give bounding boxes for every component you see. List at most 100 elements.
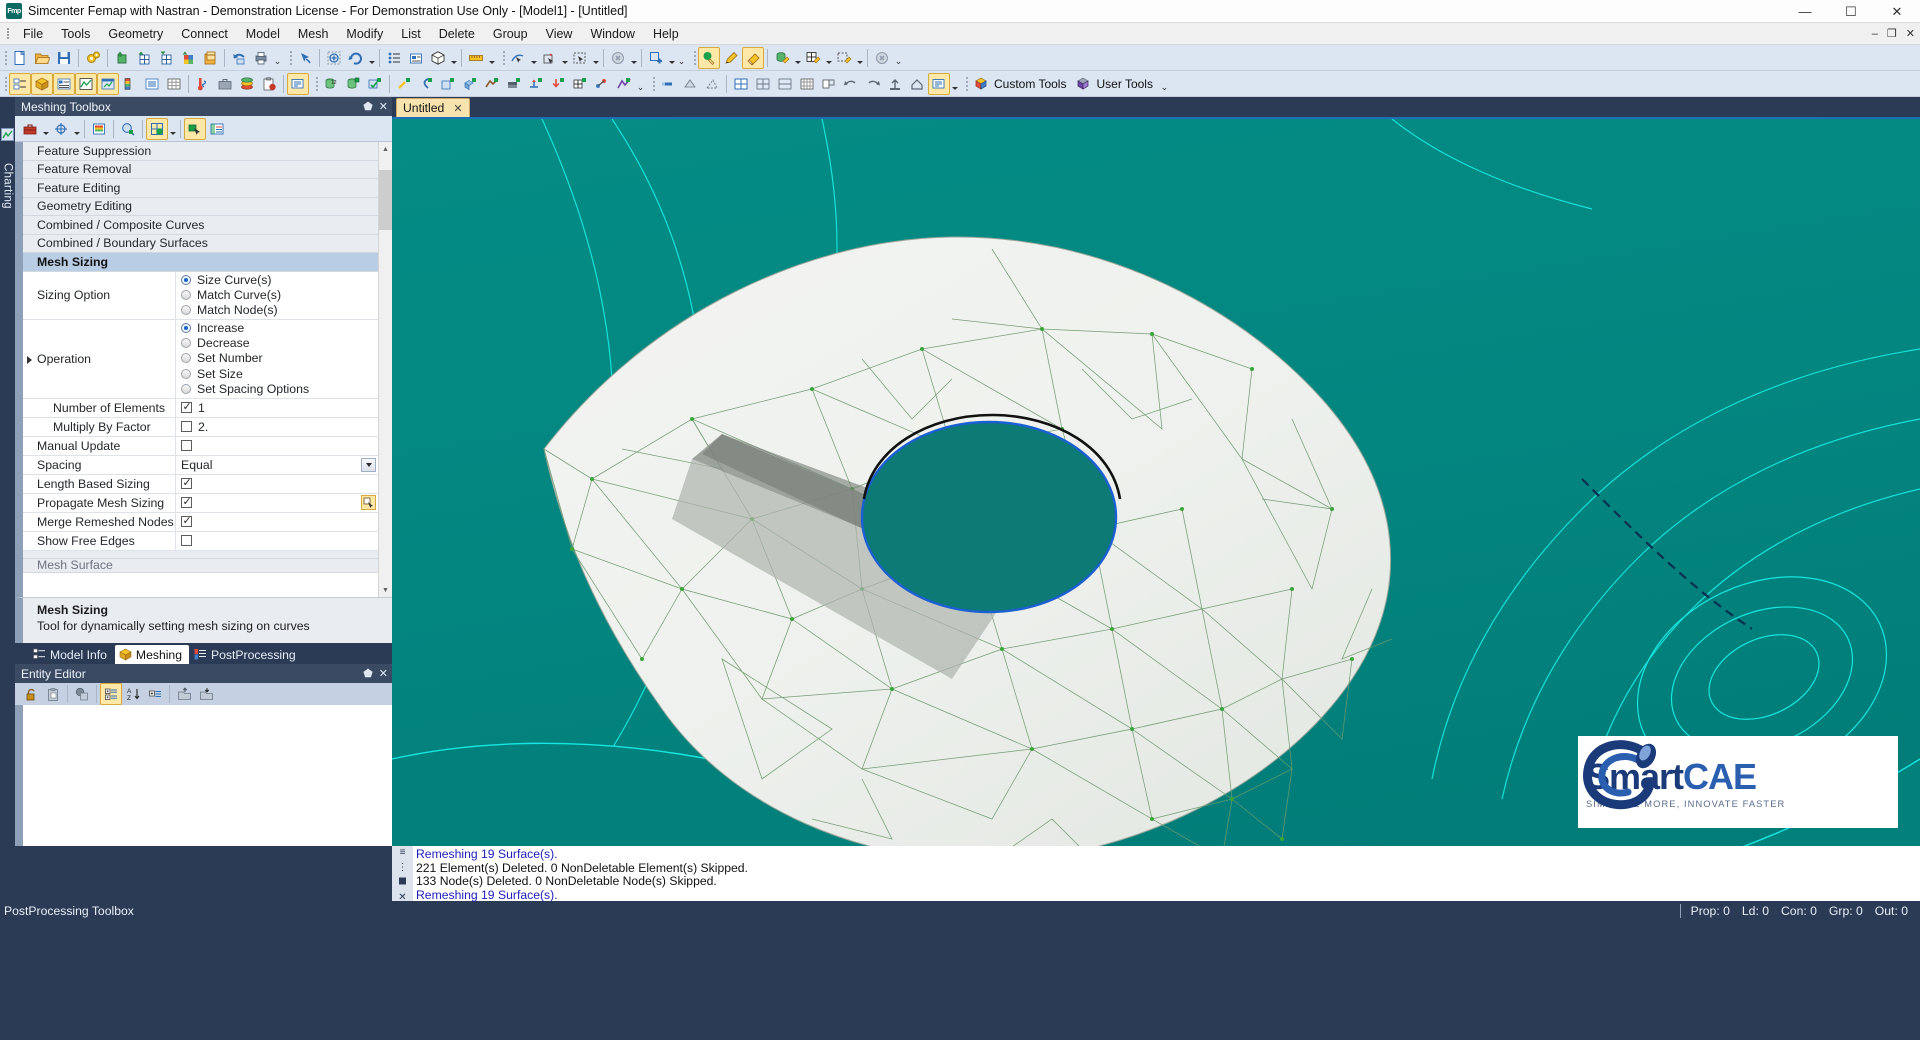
view-rotate-icon[interactable] (701, 73, 723, 95)
menu-item-geometry[interactable]: Geometry (99, 25, 172, 43)
grid1-icon[interactable] (730, 73, 752, 95)
sweep-icon[interactable] (155, 47, 177, 69)
mdi-minimize-button[interactable]: – (1872, 28, 1878, 40)
toolbox-category-combined-composite-curves[interactable]: Combined / Composite Curves (23, 216, 378, 235)
save-icon[interactable] (53, 47, 75, 69)
solid-erase-icon[interactable] (771, 47, 793, 69)
toolbox-icon[interactable] (214, 73, 236, 95)
radio-indicator[interactable] (181, 384, 191, 394)
radio-indicator[interactable] (181, 275, 191, 285)
chevron-down-icon[interactable] (367, 47, 376, 69)
close-icon[interactable]: ✕ (398, 893, 406, 903)
load-icon[interactable] (173, 683, 195, 705)
grid4-icon[interactable] (796, 73, 818, 95)
view-list-icon[interactable] (928, 73, 950, 95)
multiply-by-factor-value[interactable]: 2. (198, 420, 208, 434)
tile-icon[interactable] (818, 73, 840, 95)
zoom-in-icon[interactable] (323, 47, 345, 69)
mesh-erase-icon[interactable] (802, 47, 824, 69)
open-folder-icon[interactable] (31, 47, 53, 69)
merge-remeshed-nodes-checkbox[interactable] (181, 516, 192, 527)
radio-indicator[interactable] (181, 369, 191, 379)
mdi-close-button[interactable]: ✕ (1906, 27, 1915, 40)
toolbar-overflow-button[interactable]: ⌄ (1159, 73, 1170, 95)
toolbar-overflow-button[interactable]: ⌄ (272, 47, 283, 69)
undo-icon[interactable] (228, 47, 250, 69)
pencil-icon[interactable] (720, 47, 742, 69)
spreadsheet-icon[interactable] (163, 73, 185, 95)
model-tab-untitled[interactable]: Untitled ✕ (396, 98, 470, 117)
tab-model-info[interactable]: Model Info (29, 645, 114, 664)
manual-update-checkbox[interactable] (181, 440, 192, 451)
measure-ruler-icon[interactable] (465, 47, 487, 69)
chevron-down-icon[interactable] (487, 47, 496, 69)
spacing-value[interactable]: Equal (181, 458, 212, 472)
menu-icon[interactable]: ≡ (400, 848, 406, 858)
toolbox-category-mesh-sizing[interactable]: Mesh Sizing (23, 253, 378, 272)
menu-item-delete[interactable]: Delete (430, 25, 484, 43)
solid-view-icon[interactable] (427, 47, 449, 69)
radio-size-curves[interactable]: Size Curve(s) (181, 272, 378, 287)
length-based-sizing-checkbox[interactable] (181, 478, 192, 489)
undo-erase-icon[interactable] (871, 47, 893, 69)
custom-tools-icon[interactable] (970, 73, 992, 95)
rotate-icon[interactable] (345, 47, 367, 69)
analysis-icon[interactable] (613, 73, 635, 95)
propagate-mesh-sizing-checkbox[interactable] (181, 497, 192, 508)
close-icon[interactable]: ✕ (379, 100, 388, 113)
toolbox-scrollbar[interactable]: ▲ ▼ (378, 142, 392, 597)
radio-set-number[interactable]: Set Number (181, 351, 378, 366)
show-free-edges-checkbox[interactable] (181, 535, 192, 546)
surface-icon[interactable] (437, 73, 459, 95)
clear-select-icon[interactable] (607, 47, 629, 69)
charting-icon[interactable] (1, 128, 14, 141)
eraser-icon[interactable] (742, 47, 764, 69)
model-info-icon[interactable] (9, 73, 31, 95)
toolbox-category-feature-suppression[interactable]: Feature Suppression (23, 142, 378, 161)
menu-item-help[interactable]: Help (644, 25, 688, 43)
charting-icon[interactable] (75, 73, 97, 95)
add-select-icon[interactable] (645, 47, 667, 69)
chevron-down-icon[interactable] (950, 73, 959, 95)
chevron-down-icon[interactable] (361, 458, 376, 472)
element-create-icon[interactable] (342, 73, 364, 95)
menu-item-group[interactable]: Group (484, 25, 537, 43)
clipboard-icon[interactable] (258, 73, 280, 95)
tab-meshing[interactable]: Meshing (115, 645, 189, 664)
mesh-check-icon[interactable] (364, 73, 386, 95)
number-of-elements-checkbox[interactable] (181, 402, 192, 413)
toolbar-grip[interactable] (691, 49, 698, 67)
minimize-button[interactable]: — (1782, 0, 1828, 23)
radio-indicator[interactable] (181, 353, 191, 363)
list-icon[interactable] (383, 47, 405, 69)
chevron-down-icon[interactable] (449, 47, 458, 69)
toolbar-grip[interactable] (500, 49, 507, 67)
grid2-icon[interactable] (752, 73, 774, 95)
toolbox-category-mesh-surface[interactable]: Mesh Surface (23, 559, 378, 573)
pick-curve-icon[interactable] (507, 47, 529, 69)
chevron-down-icon[interactable] (529, 47, 538, 69)
menu-item-model[interactable]: Model (237, 25, 289, 43)
radio-decrease[interactable]: Decrease (181, 335, 378, 350)
radio-set-size[interactable]: Set Size (181, 366, 378, 381)
globe-properties-icon[interactable] (71, 683, 93, 705)
connection-icon[interactable] (591, 73, 613, 95)
radio-increase[interactable]: Increase (181, 320, 378, 335)
message-list[interactable]: Remeshing 19 Surface(s). 221 Element(s) … (413, 846, 1920, 901)
radio-indicator[interactable] (181, 305, 191, 315)
constraint-icon[interactable] (525, 73, 547, 95)
data-table-icon[interactable] (97, 73, 119, 95)
close-icon[interactable]: ✕ (453, 102, 462, 115)
save-view-icon[interactable] (884, 73, 906, 95)
toolbar-grip[interactable] (313, 75, 320, 93)
pin-icon[interactable]: ⬟ (363, 100, 373, 113)
extrude-icon[interactable] (111, 47, 133, 69)
layers-icon[interactable] (236, 73, 258, 95)
menu-item-tools[interactable]: Tools (52, 25, 99, 43)
point-icon[interactable] (393, 73, 415, 95)
save-icon[interactable] (195, 683, 217, 705)
list-form-icon[interactable] (206, 118, 228, 140)
drag-dots-icon[interactable]: ⋮ (398, 863, 408, 873)
pin-icon[interactable]: ⯀ (399, 878, 407, 888)
radio-indicator[interactable] (181, 323, 191, 333)
